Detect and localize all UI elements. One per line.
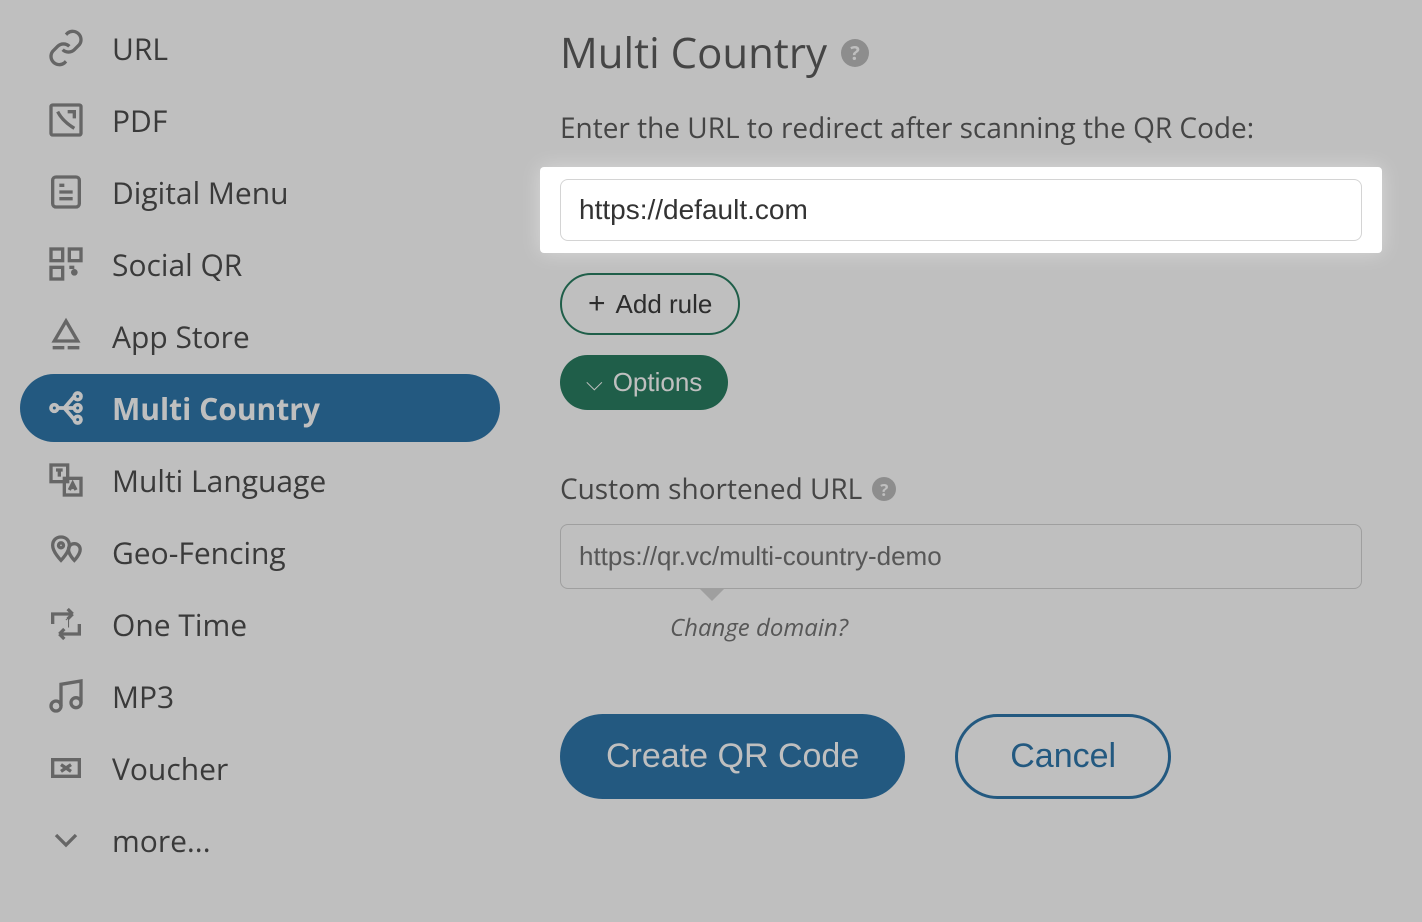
social-qr-icon bbox=[44, 242, 88, 286]
create-qr-button[interactable]: Create QR Code bbox=[560, 714, 905, 799]
sidebar-item-label: One Time bbox=[112, 604, 247, 645]
sidebar-item-social-qr[interactable]: Social QR bbox=[20, 230, 500, 298]
sidebar-item-label: Social QR bbox=[112, 244, 242, 285]
page-title: Multi Country bbox=[560, 24, 827, 81]
add-rule-label: Add rule bbox=[616, 289, 713, 320]
music-icon bbox=[44, 674, 88, 718]
short-url-label: Custom shortened URL bbox=[560, 470, 862, 508]
menu-icon bbox=[44, 170, 88, 214]
geo-icon bbox=[44, 530, 88, 574]
sidebar-item-label: Digital Menu bbox=[112, 172, 289, 213]
sidebar-item-label: Multi Language bbox=[112, 460, 326, 501]
sidebar-item-more[interactable]: more... bbox=[20, 806, 500, 874]
sidebar-item-label: MP3 bbox=[112, 676, 174, 717]
redirect-url-input[interactable] bbox=[560, 179, 1362, 241]
link-icon bbox=[44, 26, 88, 70]
svg-text:1: 1 bbox=[64, 613, 72, 631]
sidebar-item-label: URL bbox=[112, 28, 168, 69]
help-icon[interactable]: ? bbox=[872, 477, 896, 501]
sidebar-item-label: App Store bbox=[112, 316, 250, 357]
add-rule-button[interactable]: + Add rule bbox=[560, 273, 740, 335]
tooltip-notch bbox=[700, 589, 724, 601]
sidebar-item-label: PDF bbox=[112, 100, 167, 141]
language-icon bbox=[44, 458, 88, 502]
help-icon[interactable]: ? bbox=[841, 39, 869, 67]
sidebar: URL PDF Digital Menu Social QR App Store bbox=[0, 0, 520, 922]
sidebar-item-label: more... bbox=[112, 820, 211, 861]
instruction-text: Enter the URL to redirect after scanning… bbox=[560, 107, 1362, 149]
url-input-highlight bbox=[540, 167, 1382, 253]
options-button[interactable]: ⌵ Options bbox=[560, 355, 728, 410]
pdf-icon bbox=[44, 98, 88, 142]
one-time-icon: 1 bbox=[44, 602, 88, 646]
app-store-icon bbox=[44, 314, 88, 358]
chevron-down-icon bbox=[44, 818, 88, 862]
cancel-button[interactable]: Cancel bbox=[955, 714, 1171, 799]
sidebar-item-voucher[interactable]: Voucher bbox=[20, 734, 500, 802]
sidebar-item-multi-language[interactable]: Multi Language bbox=[20, 446, 500, 514]
sidebar-item-pdf[interactable]: PDF bbox=[20, 86, 500, 154]
sidebar-item-app-store[interactable]: App Store bbox=[20, 302, 500, 370]
options-label: Options bbox=[613, 367, 703, 398]
short-url-input[interactable] bbox=[560, 524, 1362, 589]
sidebar-item-multi-country[interactable]: Multi Country bbox=[20, 374, 500, 442]
change-domain-link[interactable]: Change domain? bbox=[670, 611, 848, 644]
chevron-down-icon: ⌵ bbox=[586, 370, 603, 396]
sidebar-item-one-time[interactable]: 1 One Time bbox=[20, 590, 500, 658]
sidebar-item-geo-fencing[interactable]: Geo-Fencing bbox=[20, 518, 500, 586]
sidebar-item-label: Voucher bbox=[112, 748, 228, 789]
sidebar-item-label: Geo-Fencing bbox=[112, 532, 286, 573]
voucher-icon bbox=[44, 746, 88, 790]
branch-icon bbox=[44, 386, 88, 430]
sidebar-item-digital-menu[interactable]: Digital Menu bbox=[20, 158, 500, 226]
plus-icon: + bbox=[588, 287, 606, 321]
main-panel: Multi Country ? Enter the URL to redirec… bbox=[520, 0, 1422, 922]
sidebar-item-mp3[interactable]: MP3 bbox=[20, 662, 500, 730]
sidebar-item-label: Multi Country bbox=[112, 388, 320, 429]
sidebar-item-url[interactable]: URL bbox=[20, 14, 500, 82]
